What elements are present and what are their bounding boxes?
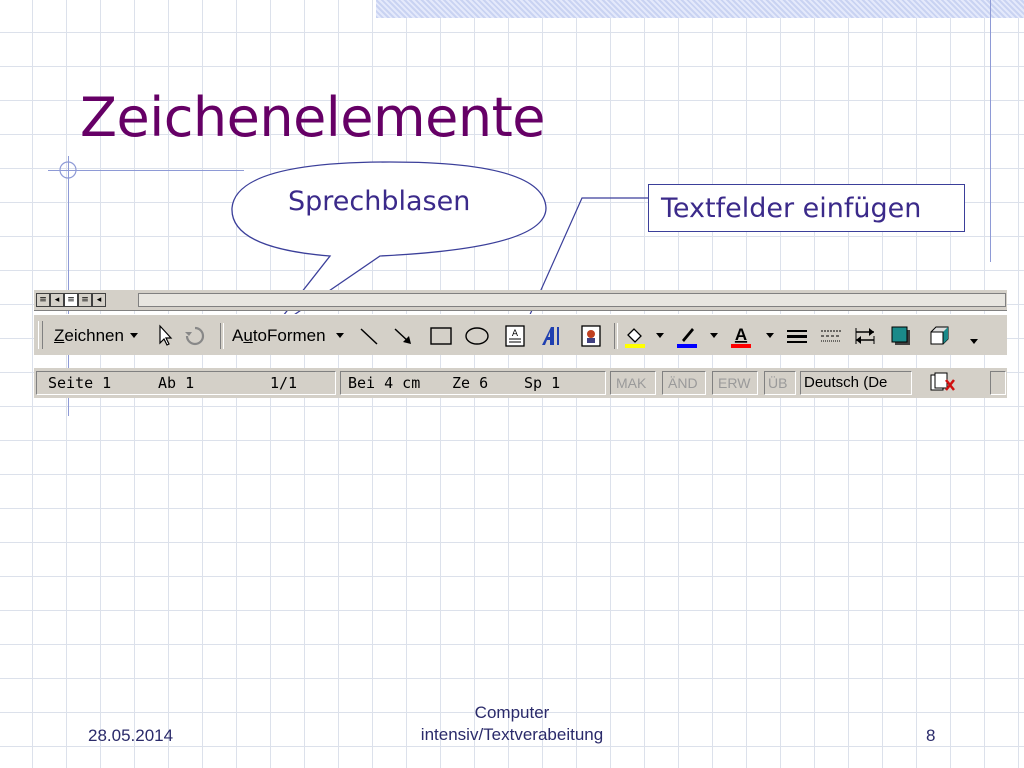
draw-dropdown-icon[interactable] — [130, 333, 138, 338]
font-color-dropdown-icon[interactable] — [766, 333, 774, 338]
print-view-icon[interactable]: ≡ — [64, 293, 78, 307]
footer-page-number: 8 — [926, 726, 936, 745]
select-pointer-icon[interactable] — [152, 323, 178, 349]
horizontal-scrollbar[interactable] — [138, 293, 1006, 307]
status-erw: ERW — [718, 375, 751, 391]
status-page: Seite 1 — [48, 374, 112, 392]
shadow-icon[interactable] — [888, 323, 914, 349]
line-style-icon[interactable] — [784, 323, 810, 349]
status-mak: MAK — [616, 375, 647, 391]
outline-view-icon[interactable]: ≡ — [78, 293, 92, 307]
status-column: Sp 1 — [524, 374, 561, 392]
status-pages: 1/1 — [270, 374, 298, 392]
status-section: Ab 1 — [158, 374, 195, 392]
status-line: Ze 6 — [452, 374, 489, 392]
status-bar: Seite 1 Ab 1 1/1 Bei 4 cm Ze 6 Sp 1 MAK … — [34, 368, 1007, 398]
text-box-callout-label: Textfelder einfügen — [661, 193, 922, 224]
autoshapes-menu-button[interactable]: AutoFormen — [232, 326, 326, 346]
line-color-dropdown-icon[interactable] — [710, 333, 718, 338]
word-toolbar-screenshot: ≡ ◂ ≡ ≡ ◂ Zeichnen AutoFormen A A Seite … — [34, 290, 1007, 410]
view-buttons-bar: ≡ ◂ ≡ ≡ ◂ — [34, 290, 1007, 311]
svg-text:A: A — [735, 325, 747, 344]
wordart-icon[interactable] — [538, 323, 564, 349]
footer-center-line1: Computer — [474, 703, 550, 722]
footer-center: Computer intensiv/Textverabeitung — [380, 702, 644, 746]
autoshapes-dropdown-icon[interactable] — [336, 333, 344, 338]
fill-color-dropdown-icon[interactable] — [656, 333, 664, 338]
status-field-extra — [990, 371, 1006, 395]
fill-color-icon[interactable] — [622, 323, 648, 349]
3d-icon[interactable] — [926, 323, 952, 349]
font-color-icon[interactable]: A — [728, 323, 754, 349]
scroll-left-icon[interactable]: ◂ — [92, 293, 106, 307]
oval-icon[interactable] — [464, 323, 490, 349]
arrow-icon[interactable] — [390, 323, 416, 349]
status-language: Deutsch (De — [804, 374, 888, 391]
normal-view-icon[interactable]: ≡ — [36, 293, 50, 307]
title-decor-circle — [59, 161, 77, 179]
rectangle-icon[interactable] — [428, 323, 454, 349]
toolbar-options-dropdown-icon[interactable] — [970, 339, 978, 344]
svg-text:A: A — [512, 329, 519, 339]
web-view-icon[interactable]: ◂ — [50, 293, 64, 307]
toolbar-separator — [614, 323, 618, 349]
status-position: Bei 4 cm — [348, 374, 421, 392]
footer-date: 28.05.2014 — [88, 726, 174, 745]
free-rotate-icon[interactable] — [182, 323, 208, 349]
drawing-toolbar: Zeichnen AutoFormen A A — [34, 314, 1007, 355]
dash-style-icon[interactable] — [818, 323, 844, 349]
speech-bubble-label: Sprechblasen — [288, 186, 471, 217]
arrow-style-icon[interactable] — [852, 323, 878, 349]
toolbar-separator — [220, 323, 224, 349]
text-box-callout: Textfelder einfügen — [648, 184, 965, 232]
footer-center-line2: intensiv/Textverabeitung — [420, 725, 604, 744]
text-box-icon[interactable]: A — [502, 323, 528, 349]
spelling-check-icon[interactable] — [928, 372, 958, 394]
draw-menu-button[interactable]: Zeichnen — [54, 326, 124, 346]
toolbar-grip[interactable] — [38, 321, 43, 349]
clip-art-icon[interactable] — [578, 323, 604, 349]
line-color-icon[interactable] — [674, 323, 700, 349]
status-ub: ÜB — [768, 375, 788, 391]
line-icon[interactable] — [356, 323, 382, 349]
status-and: ÄND — [668, 375, 698, 391]
